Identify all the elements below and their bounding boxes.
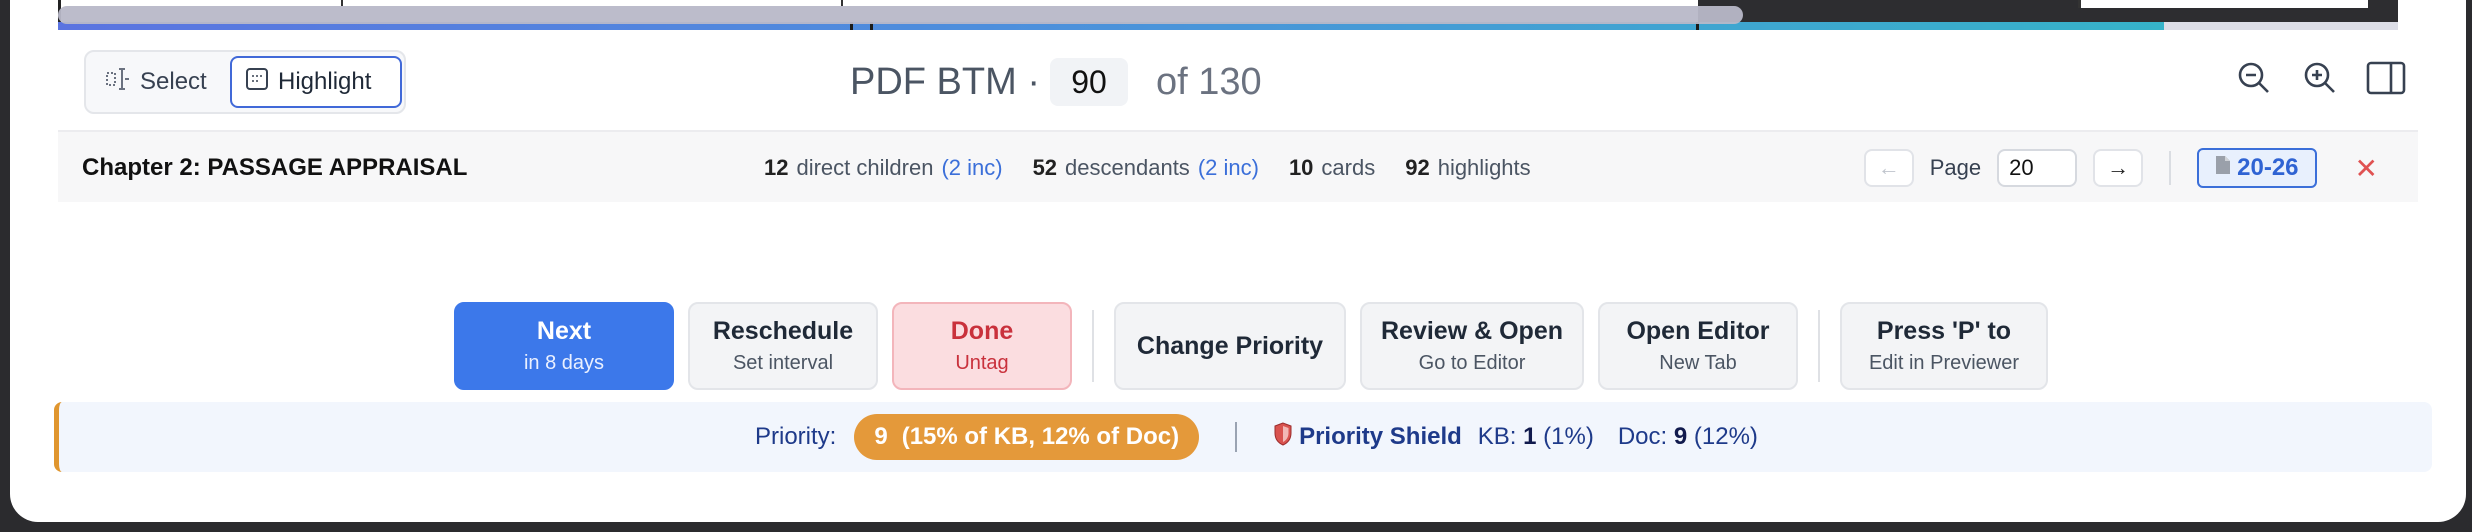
arrow-left-icon: ← — [1877, 155, 1900, 180]
prev-page-button[interactable]: ← — [1863, 149, 1914, 187]
priority-detail: (15% of KB, 12% of Doc) — [901, 423, 1180, 450]
priority-divider — [1235, 422, 1238, 452]
view-tools — [2234, 58, 2406, 98]
highlight-box-icon — [244, 66, 270, 99]
text-cursor-icon — [104, 65, 132, 100]
open-editor-sublabel: New Tab — [1659, 352, 1737, 374]
done-button[interactable]: Done Untag — [892, 302, 1072, 390]
highlight-mode-button[interactable]: Highlight — [230, 56, 402, 108]
doc-priority: Doc: 9 (12%) — [1617, 423, 1758, 450]
open-editor-button[interactable]: Open Editor New Tab — [1598, 302, 1798, 390]
reschedule-sublabel: Set interval — [732, 352, 834, 374]
change-priority-button[interactable]: Change Priority — [1114, 302, 1346, 390]
next-label: Next — [536, 317, 592, 345]
total-pages-label: of 130 — [1155, 60, 1262, 103]
review-open-sublabel: Go to Editor — [1418, 352, 1526, 374]
stat-highlights: 92 highlights — [1405, 155, 1531, 180]
horizontal-scrollbar-thumb[interactable] — [58, 6, 1743, 24]
page-number-input[interactable]: 20 — [1997, 149, 2078, 187]
reschedule-button[interactable]: Reschedule Set interval — [688, 302, 878, 390]
pager-divider — [2169, 151, 2172, 185]
actions-divider — [1818, 310, 1820, 382]
reschedule-label: Reschedule — [712, 317, 854, 345]
next-sublabel: in 8 days — [523, 352, 605, 374]
page-navigator: ← Page 20 → 20-26 ✕ — [1863, 132, 2378, 204]
close-icon[interactable]: ✕ — [2355, 152, 2378, 185]
open-editor-label: Open Editor — [1626, 317, 1770, 345]
next-button[interactable]: Next in 8 days — [454, 302, 674, 390]
arrow-right-icon: → — [2107, 155, 2130, 180]
pdf-page-corner — [2078, 0, 2368, 8]
review-open-button[interactable]: Review & Open Go to Editor — [1360, 302, 1584, 390]
priority-value: 9 — [874, 423, 888, 450]
select-mode-button[interactable]: Select — [92, 56, 228, 108]
chapter-info-bar: Chapter 2: PASSAGE APPRAISAL 12 direct ch… — [58, 130, 2418, 202]
stat-cards: 10 cards — [1288, 155, 1376, 180]
sidebar-toggle-icon[interactable] — [2366, 58, 2406, 98]
go-page-button[interactable]: → — [2093, 149, 2144, 187]
edit-previewer-sublabel: Edit in Previewer — [1868, 352, 2020, 374]
done-sublabel: Untag — [955, 352, 1009, 374]
actions-divider — [1092, 310, 1094, 382]
zoom-out-icon[interactable] — [2234, 58, 2274, 98]
document-title: PDF BTM · 90 of 130 — [850, 54, 1262, 110]
chapter-title: Chapter 2: PASSAGE APPRAISAL — [82, 154, 468, 181]
shield-icon — [1273, 421, 1293, 453]
chapter-stats: 12 direct children (2 inc) 52 descendants (2… — [764, 132, 1531, 204]
kb-priority: KB: 1 (1%) — [1477, 423, 1594, 450]
highlight-mode-label: Highlight — [278, 68, 372, 95]
app-window: Select Highlight PDF BTM · 90 of 130 Cha… — [10, 0, 2466, 522]
page-label: Page — [1929, 155, 1982, 180]
priority-info: Priority: 9 (15% of KB, 12% of Doc) Prio… — [755, 402, 1758, 472]
select-mode-label: Select — [140, 68, 207, 95]
mode-toggle-group: Select Highlight — [84, 50, 406, 114]
edit-previewer-label: Press 'P' to — [1876, 317, 2012, 345]
stat-descendants: 52 descendants (2 inc) — [1032, 155, 1259, 180]
review-actions: Next in 8 days Reschedule Set interval D… — [454, 302, 2048, 390]
done-label: Done — [950, 317, 1014, 345]
zoom-in-icon[interactable] — [2300, 58, 2340, 98]
priority-shield-label: Priority Shield — [1299, 423, 1462, 450]
review-open-label: Review & Open — [1381, 317, 1563, 345]
priority-badge[interactable]: 9 (15% of KB, 12% of Doc) — [854, 414, 1200, 460]
document-icon — [2215, 154, 2231, 182]
page-range-badge[interactable]: 20-26 — [2197, 148, 2317, 188]
priority-label: Priority: — [755, 423, 837, 450]
edit-previewer-button[interactable]: Press 'P' to Edit in Previewer — [1840, 302, 2048, 390]
current-page-input[interactable]: 90 — [1049, 58, 1128, 106]
priority-bar: Priority: 9 (15% of KB, 12% of Doc) Prio… — [54, 402, 2432, 472]
document-name: PDF BTM · — [850, 60, 1040, 103]
page-range-label: 20-26 — [2237, 154, 2299, 181]
stat-direct-children: 12 direct children (2 inc) — [764, 155, 1003, 180]
change-priority-label: Change Priority — [1136, 331, 1324, 360]
viewer-toolbar: Select Highlight PDF BTM · 90 of 130 — [10, 36, 2466, 128]
